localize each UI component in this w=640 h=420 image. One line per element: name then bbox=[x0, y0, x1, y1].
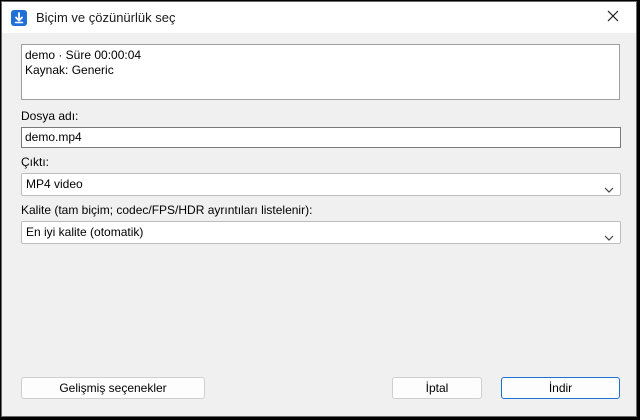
filename-label: Dosya adı: bbox=[21, 109, 79, 123]
close-button[interactable] bbox=[590, 2, 636, 33]
download-button[interactable]: İndir bbox=[501, 377, 620, 399]
close-icon bbox=[607, 10, 619, 25]
info-box: demo · Süre 00:00:04 Kaynak: Generic bbox=[21, 44, 620, 100]
dialog-window: Biçim ve çözünürlük seç demo · Süre 00:0… bbox=[1, 1, 637, 417]
dialog-content: demo · Süre 00:00:04 Kaynak: Generic Dos… bbox=[2, 33, 636, 416]
quality-select[interactable]: En iyi kalite (otomatik) bbox=[21, 221, 621, 244]
cancel-button[interactable]: İptal bbox=[392, 377, 482, 399]
chevron-down-icon bbox=[604, 228, 614, 241]
quality-selected-value: En iyi kalite (otomatik) bbox=[26, 225, 144, 239]
advanced-options-button[interactable]: Gelişmiş seçenekler bbox=[21, 377, 205, 399]
info-line-source: Kaynak: Generic bbox=[25, 63, 114, 77]
output-selected-value: MP4 video bbox=[26, 177, 83, 191]
filename-input[interactable]: demo.mp4 bbox=[21, 127, 621, 148]
window-title: Biçim ve çözünürlük seç bbox=[36, 10, 176, 25]
info-line-title-duration: demo · Süre 00:00:04 bbox=[25, 48, 142, 62]
chevron-down-icon bbox=[604, 180, 614, 193]
download-icon bbox=[11, 10, 27, 26]
output-select[interactable]: MP4 video bbox=[21, 173, 621, 196]
output-label: Çıktı: bbox=[21, 155, 50, 169]
title-bar: Biçim ve çözünürlük seç bbox=[2, 2, 636, 33]
quality-label: Kalite (tam biçim; codec/FPS/HDR ayrıntı… bbox=[21, 203, 313, 217]
